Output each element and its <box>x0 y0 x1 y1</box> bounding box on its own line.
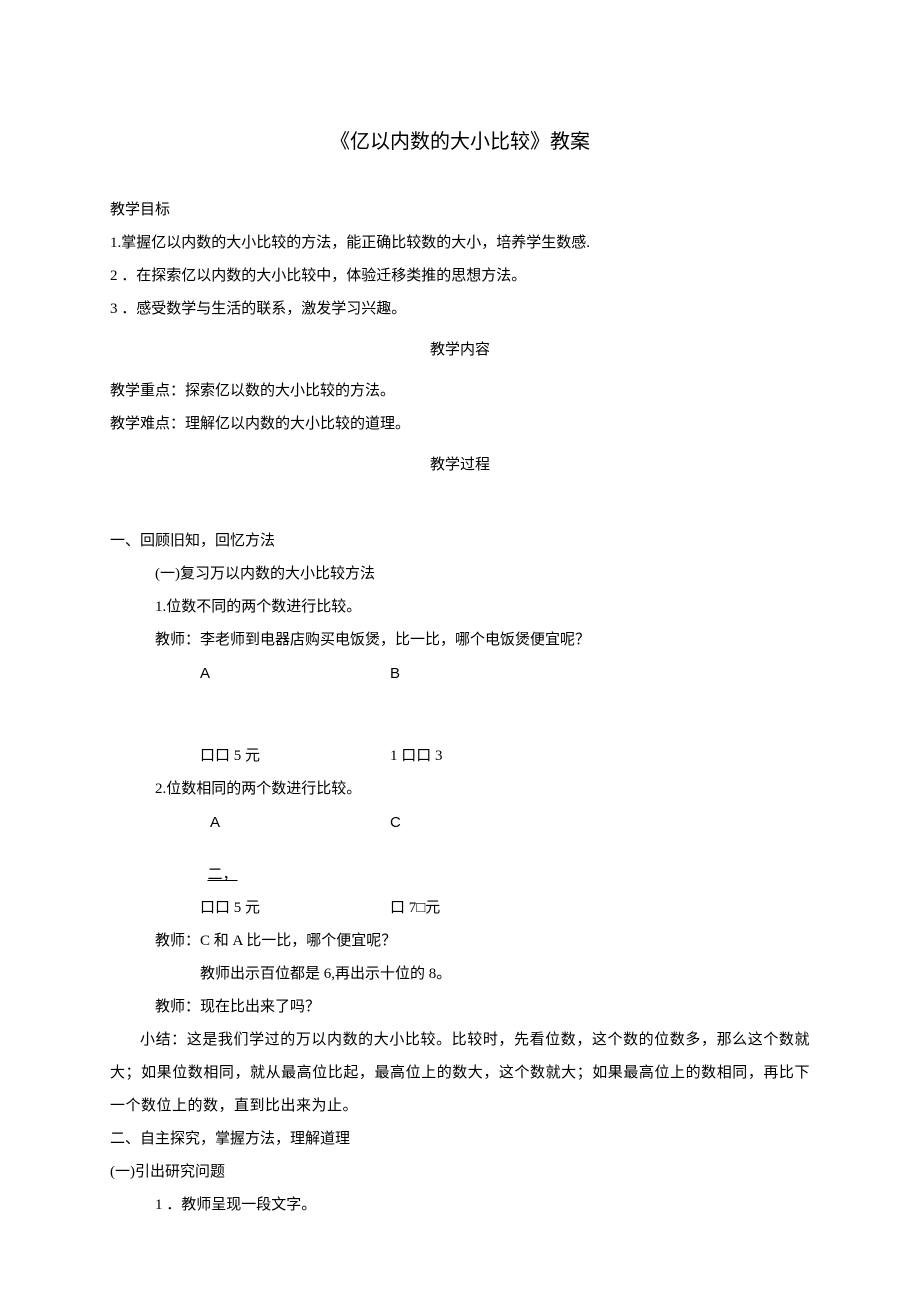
document-title: 《亿以内数的大小比较》教案 <box>110 120 810 164</box>
price-row-1-values: 口口 5 元 1 口口 3 <box>110 740 810 773</box>
teaching-focus: 教学重点：探索亿以数的大小比较的方法。 <box>110 375 810 408</box>
section-1-title: 一、回顾旧知，回忆方法 <box>110 525 810 558</box>
section-1-teacher-2-sub: 教师出示百位都是 6,再出示十位的 8。 <box>110 958 810 991</box>
section-2-title: 二、自主探究，掌握方法，理解道理 <box>110 1123 810 1156</box>
section-2-item-1: 1 ．教师呈现一段文字。 <box>110 1189 810 1222</box>
teaching-difficulty: 教学难点：理解亿以内数的大小比较的道理。 <box>110 408 810 441</box>
price-row-2-labels: A C <box>110 806 810 839</box>
section-1-item-2: 2.位数相同的两个数进行比较。 <box>110 773 810 806</box>
content-heading: 教学内容 <box>110 334 810 367</box>
goal-2: 2 ．在探索亿以内数的大小比较中，体验迁移类推的思想方法。 <box>110 260 810 293</box>
process-heading: 教学过程 <box>110 449 810 482</box>
goal-1: 1.掌握亿以内数的大小比较的方法，能正确比较数的大小，培养学生数感. <box>110 227 810 260</box>
section-1-item-1: 1.位数不同的两个数进行比较。 <box>110 591 810 624</box>
goals-heading: 教学目标 <box>110 194 810 227</box>
section-2-subtitle: (一)引出研究问题 <box>110 1156 810 1189</box>
price-b: 1 口口 3 <box>390 740 470 773</box>
price-a2: 口口 5 元 <box>200 892 280 925</box>
label-c: C <box>390 806 470 839</box>
section-1-teacher-2: 教师：C 和 A 比一比，哪个便宜呢？ <box>110 925 810 958</box>
section-1-summary: 小结：这是我们学过的万以内数的大小比较。比较时，先看位数，这个数的位数多，那么这… <box>110 1024 810 1123</box>
price-a: 口口 5 元 <box>200 740 280 773</box>
section-1-teacher-3: 教师：现在比出来了吗？ <box>110 991 810 1024</box>
goal-3: 3 ．感受数学与生活的联系，激发学习兴趣。 <box>110 293 810 326</box>
section-1-teacher-1: 教师：李老师到电器店购买电饭煲，比一比，哪个电饭煲便宜呢？ <box>110 624 810 657</box>
label-a2: A <box>200 806 280 839</box>
label-b: B <box>390 657 470 690</box>
label-a: A <box>200 657 280 690</box>
section-1-subtitle: (一)复习万以内数的大小比较方法 <box>110 558 810 591</box>
price-row-2-values: 口口 5 元 口 7□元 <box>110 892 810 925</box>
price-row-1-labels: A B <box>110 657 810 690</box>
price-c: 口 7□元 <box>390 892 470 925</box>
two-underline: 二， <box>110 859 810 892</box>
